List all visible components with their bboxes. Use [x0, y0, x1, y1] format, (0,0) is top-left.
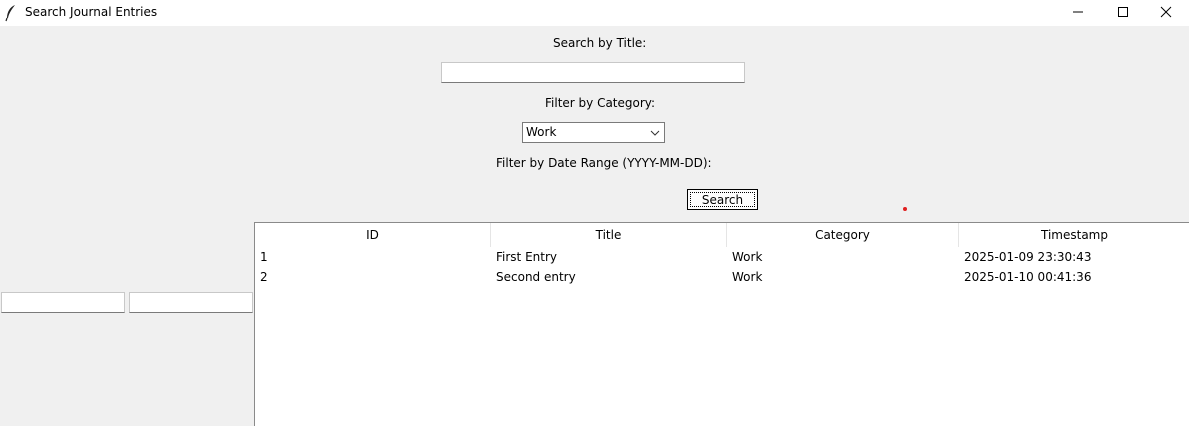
window-title: Search Journal Entries — [25, 5, 158, 19]
cell-id: 2 — [260, 270, 268, 284]
column-header-timestamp[interactable]: Timestamp — [959, 223, 1189, 247]
results-table[interactable]: ID Title Category Timestamp 1 First Entr… — [254, 222, 1189, 426]
table-row[interactable]: 1 First Entry Work 2025-01-09 23:30:43 — [255, 247, 1189, 267]
column-header-category[interactable]: Category — [727, 223, 959, 247]
cell-category: Work — [732, 250, 763, 264]
column-header-title[interactable]: Title — [491, 223, 727, 247]
date-range-label: Filter by Date Range (YYYY-MM-DD): — [496, 156, 712, 170]
cell-title: First Entry — [496, 250, 557, 264]
cell-timestamp: 2025-01-10 00:41:36 — [964, 270, 1092, 284]
title-bar: Search Journal Entries — [0, 0, 1189, 26]
date-start-input[interactable] — [1, 292, 125, 313]
column-header-id[interactable]: ID — [255, 223, 491, 247]
search-title-input[interactable] — [441, 62, 745, 83]
category-select[interactable]: Work — [522, 122, 665, 143]
search-button[interactable]: Search — [687, 189, 758, 210]
maximize-button[interactable] — [1100, 0, 1146, 26]
minimize-button[interactable] — [1055, 0, 1101, 26]
category-filter-label: Filter by Category: — [545, 96, 656, 110]
close-button[interactable] — [1143, 0, 1189, 26]
table-header: ID Title Category Timestamp — [255, 223, 1189, 247]
marker-dot — [903, 207, 907, 211]
date-end-input[interactable] — [129, 292, 253, 313]
chevron-down-icon — [650, 127, 660, 141]
feather-icon — [4, 4, 18, 22]
category-select-value: Work — [526, 125, 557, 139]
cell-timestamp: 2025-01-09 23:30:43 — [964, 250, 1092, 264]
cell-id: 1 — [260, 250, 268, 264]
cell-category: Work — [732, 270, 763, 284]
focus-ring — [690, 192, 755, 207]
close-icon — [1160, 6, 1172, 21]
minimize-icon — [1072, 6, 1084, 21]
maximize-icon — [1117, 6, 1129, 21]
cell-title: Second entry — [496, 270, 576, 284]
search-title-label: Search by Title: — [553, 36, 647, 50]
table-row[interactable]: 2 Second entry Work 2025-01-10 00:41:36 — [255, 267, 1189, 287]
